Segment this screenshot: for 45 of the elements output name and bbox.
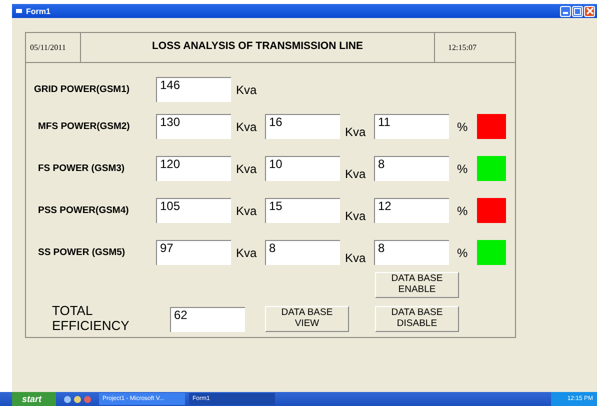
date-label: 05/11/2011 [26, 33, 81, 62]
row-label: MFS POWER(GSM2) [37, 121, 131, 132]
percent-field[interactable]: 8 [374, 240, 449, 265]
power-field[interactable]: 105 [156, 198, 231, 223]
loss-field[interactable]: 15 [265, 198, 340, 223]
window-title: Form1 [26, 6, 52, 16]
total-efficiency-field[interactable]: 62 [170, 306, 245, 332]
loss-field[interactable]: 16 [265, 114, 340, 139]
unit-label: Kva [235, 162, 258, 176]
unit-label: Kva [344, 209, 367, 223]
row-label: FS POWER (GSM3) [37, 163, 126, 174]
percent-label: % [456, 162, 469, 176]
database-enable-button[interactable]: DATA BASE ENABLE [375, 272, 459, 298]
power-field[interactable]: 130 [156, 114, 231, 139]
value-field[interactable]: 146 [156, 77, 231, 102]
row-label: GRID POWER(GSM1) [33, 84, 131, 95]
minimize-button[interactable] [560, 6, 571, 16]
loss-field[interactable]: 10 [265, 156, 340, 181]
database-disable-button[interactable]: DATA BASE DISABLE [375, 306, 459, 332]
row-label: PSS POWER(GSM4) [37, 205, 130, 216]
time-label: 12:15:07 [434, 33, 515, 62]
unit-label: Kva [344, 251, 367, 265]
unit-label: Kva [235, 246, 258, 260]
power-field[interactable]: 120 [156, 156, 231, 181]
percent-label: % [456, 246, 469, 260]
unit-label: Kva [235, 120, 258, 134]
percent-field[interactable]: 11 [374, 114, 449, 139]
percent-label: % [456, 120, 469, 134]
unit-label: Kva [344, 125, 367, 139]
unit-label: Kva [235, 204, 258, 218]
maximize-button[interactable] [572, 6, 583, 16]
percent-field[interactable]: 12 [374, 198, 449, 223]
database-view-button[interactable]: DATA BASE VIEW [265, 306, 349, 332]
unit-label: Kva [344, 167, 367, 181]
power-field[interactable]: 97 [156, 240, 231, 265]
close-button[interactable] [584, 6, 595, 16]
start-button[interactable]: start [12, 392, 56, 406]
window-icon [16, 9, 22, 13]
unit-label: Kva [235, 82, 258, 96]
percent-label: % [456, 204, 469, 218]
row-label: SS POWER (GSM5) [37, 247, 126, 258]
form-heading: LOSS ANALYSIS OF TRANSMISSION LINE [151, 39, 364, 54]
loss-field[interactable]: 8 [265, 240, 340, 265]
percent-field[interactable]: 8 [374, 156, 449, 181]
total-efficiency-label: TOTAL EFFICIENCY [52, 304, 130, 334]
